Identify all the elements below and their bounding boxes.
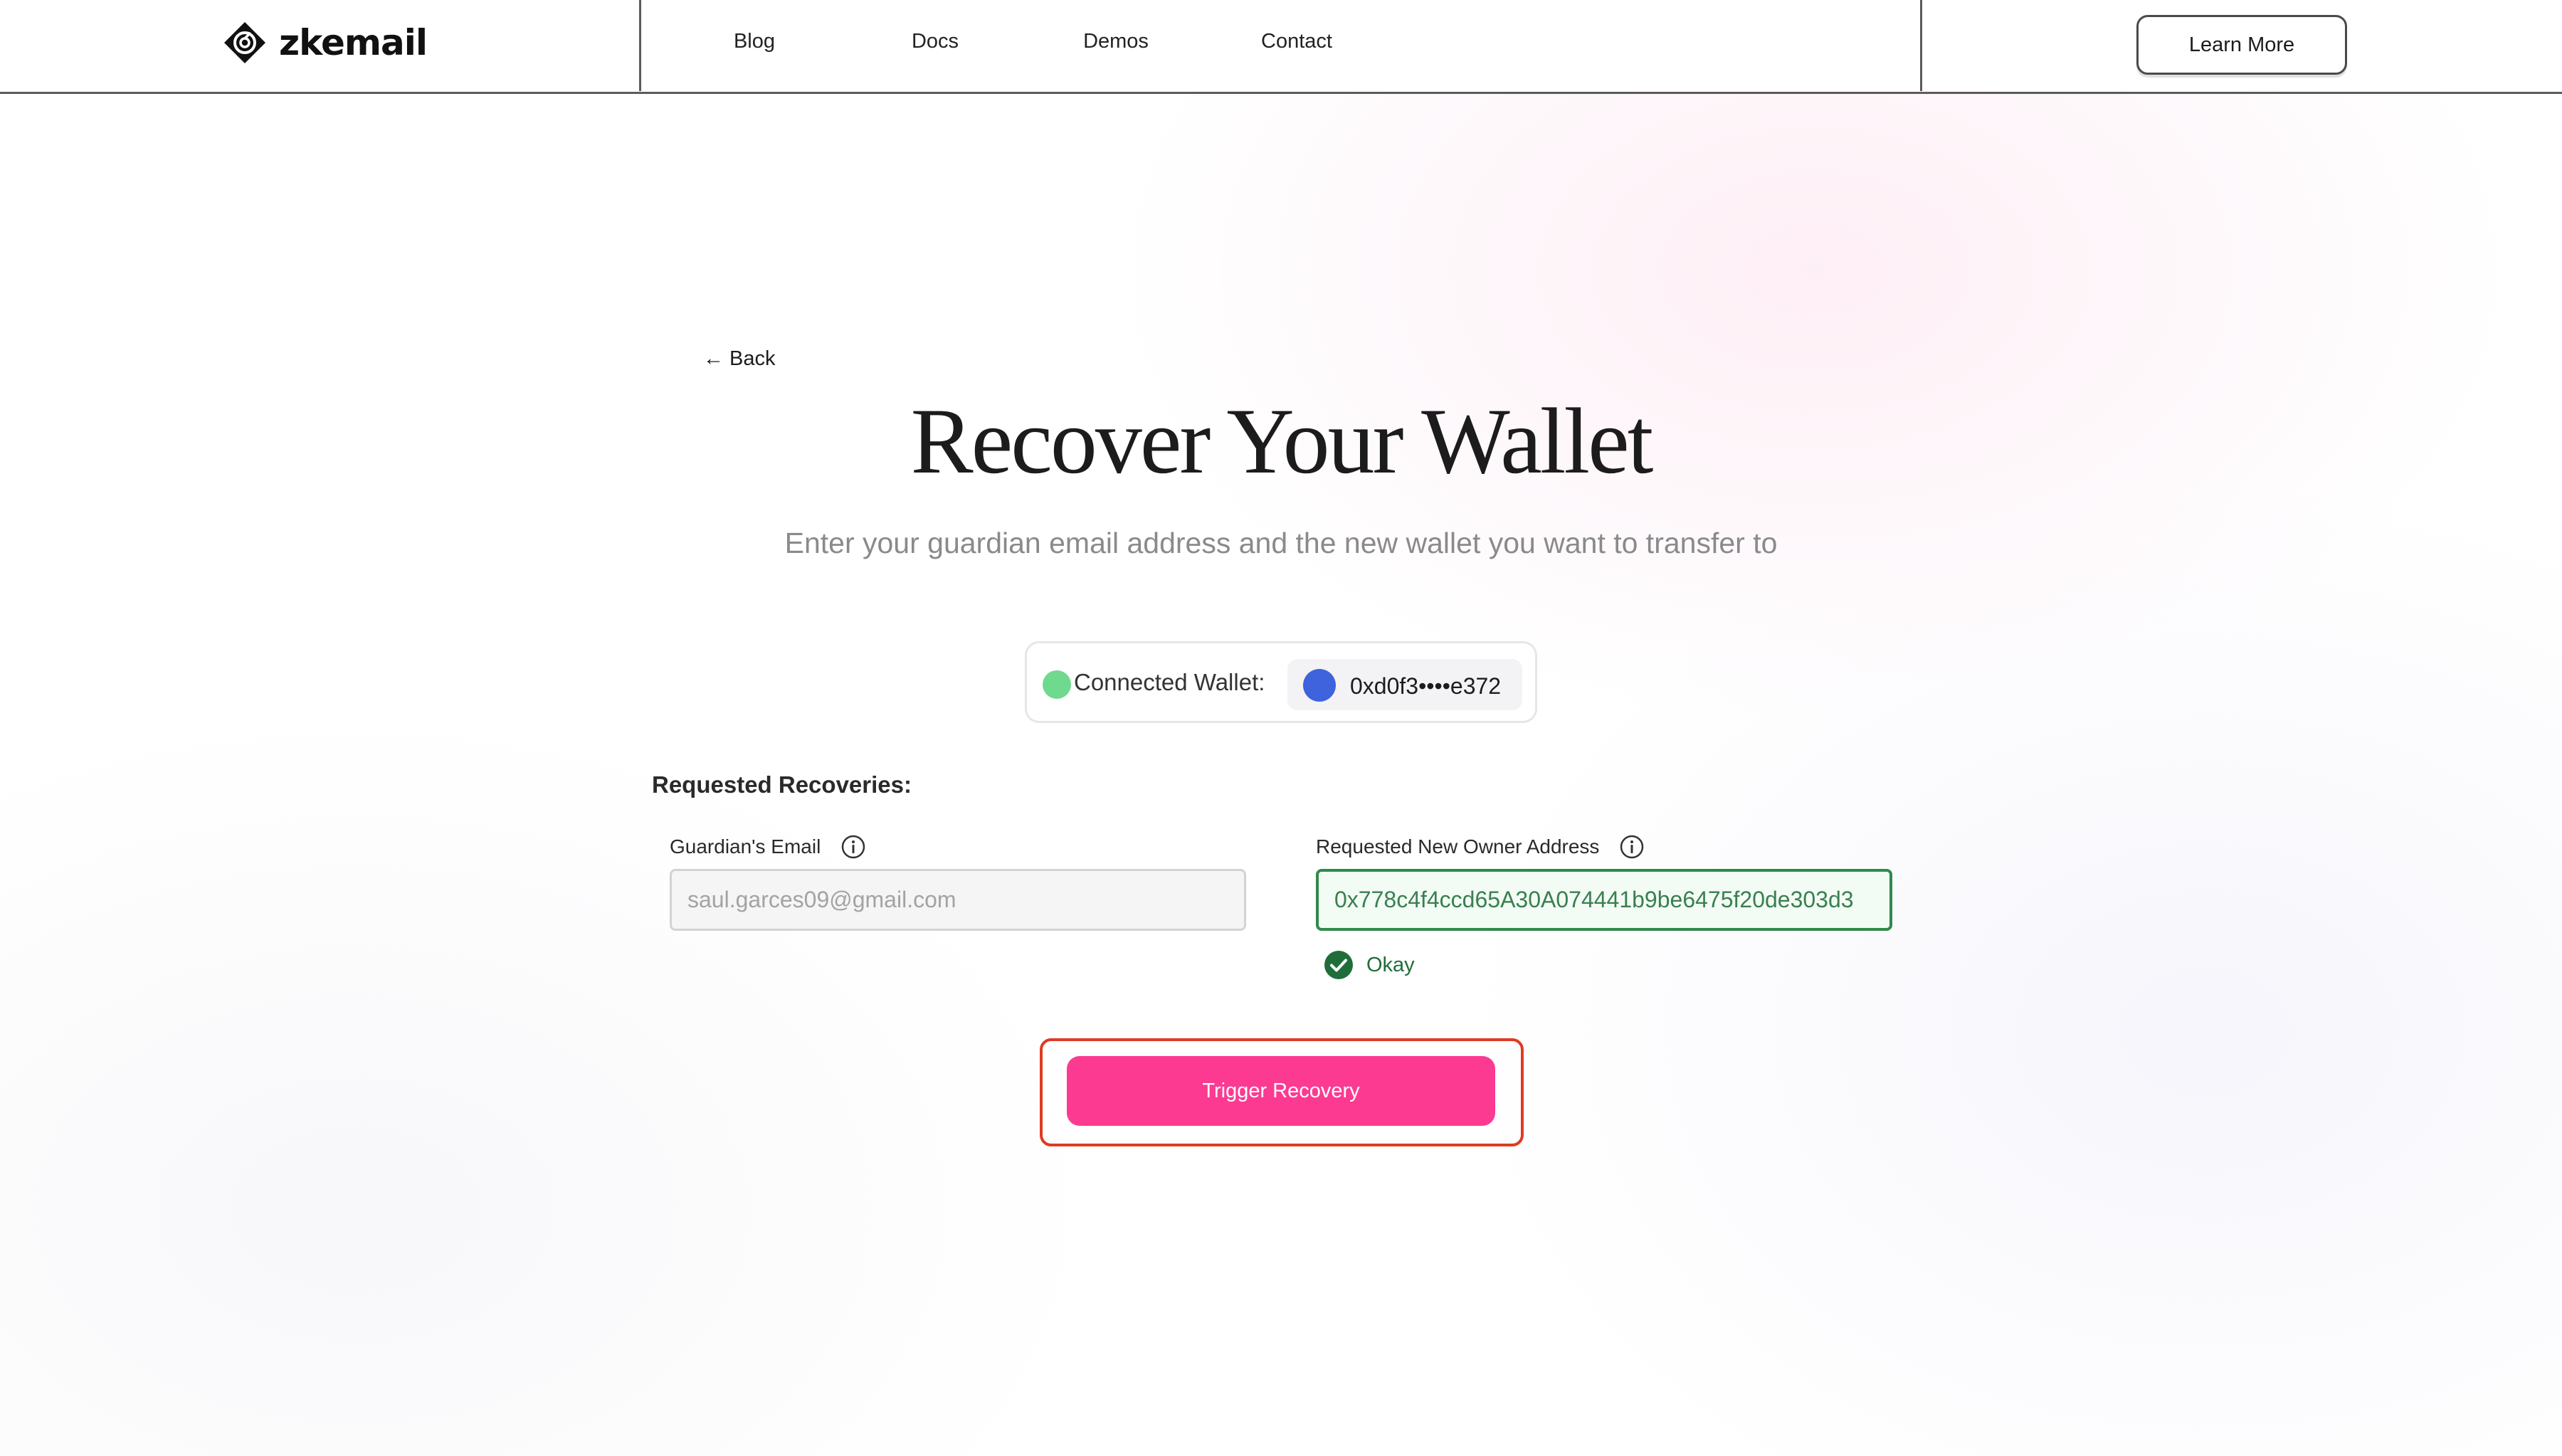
header-divider [639, 0, 641, 91]
wallet-status-dot [1043, 670, 1071, 699]
connected-wallet-panel: Connected Wallet: 0xd0f3••••e372 [1025, 641, 1537, 723]
learn-more-button[interactable]: Learn More [2136, 15, 2347, 75]
header-divider [1920, 0, 1922, 91]
new-owner-address-label-text: Requested New Owner Address [1316, 835, 1600, 858]
guardian-email-label-text: Guardian's Email [670, 835, 821, 858]
guardian-email-label: Guardian's Email [670, 834, 866, 860]
connected-wallet-label: Connected Wallet: [1074, 669, 1265, 695]
page-title: Recover Your Wallet [910, 389, 1654, 493]
nav-link-docs[interactable]: Docs [878, 30, 992, 58]
brand-name: zkemail [279, 22, 428, 63]
info-icon[interactable] [1619, 834, 1645, 860]
guardian-email-input[interactable] [670, 869, 1246, 931]
nav-link-blog[interactable]: Blog [697, 30, 811, 58]
nav-link-demos[interactable]: Demos [1059, 30, 1173, 58]
back-link[interactable]: ← Back [703, 347, 776, 371]
nav-link-contact[interactable]: Contact [1240, 30, 1354, 58]
new-owner-address-label: Requested New Owner Address [1316, 834, 1645, 860]
info-icon[interactable] [840, 834, 866, 860]
check-circle-icon [1324, 951, 1353, 979]
recover-wallet-page: zkemail Blog Docs Demos Contact Learn Mo… [0, 0, 2562, 1456]
brand-logo[interactable]: zkemail [222, 19, 428, 67]
new-owner-address-input[interactable] [1316, 869, 1892, 931]
trigger-recovery-button[interactable]: Trigger Recovery [1067, 1056, 1495, 1126]
wallet-address: 0xd0f3••••e372 [1350, 673, 1502, 699]
wallet-address-button[interactable]: 0xd0f3••••e372 [1287, 659, 1522, 710]
top-navbar: zkemail Blog Docs Demos Contact Learn Mo… [0, 0, 2562, 94]
requested-recoveries-heading: Requested Recoveries: [652, 771, 912, 798]
page-subtitle: Enter your guardian email address and th… [784, 527, 1778, 559]
address-valid-status: Okay [1324, 950, 1415, 980]
zkemail-logo-icon [224, 22, 265, 63]
address-valid-text: Okay [1366, 953, 1415, 976]
wallet-avatar [1303, 669, 1336, 702]
